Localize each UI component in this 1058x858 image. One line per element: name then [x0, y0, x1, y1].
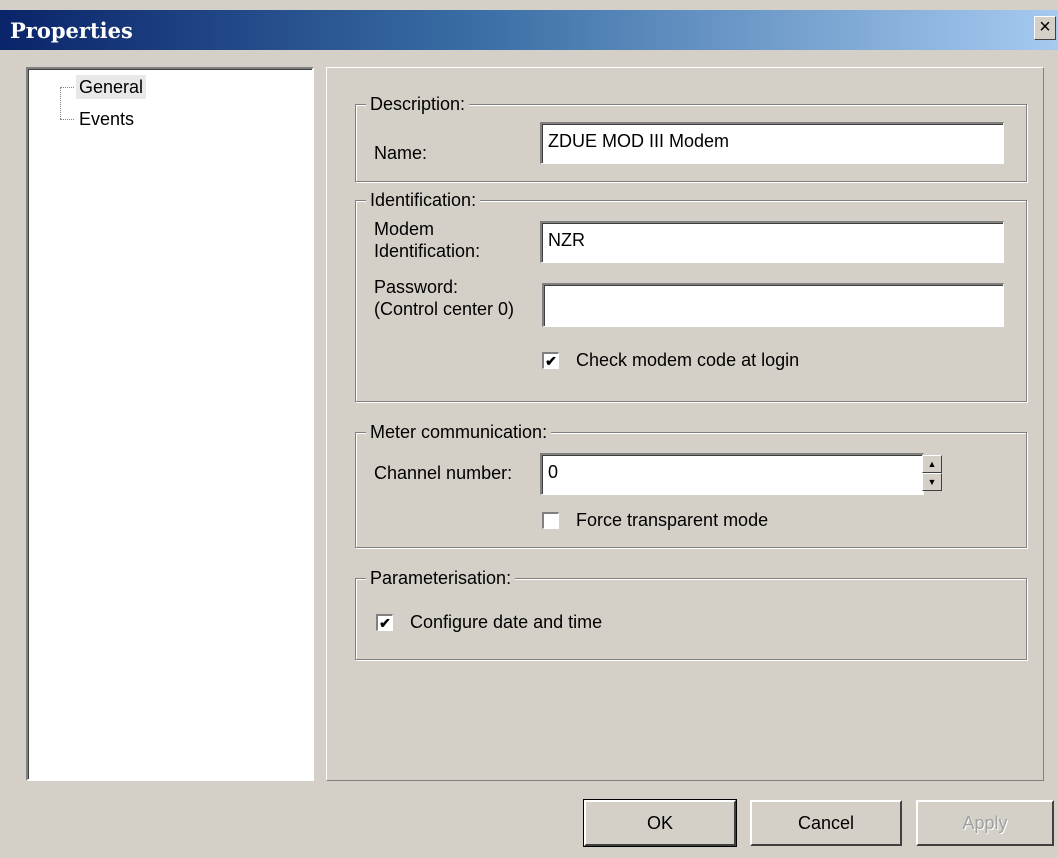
spin-up-icon[interactable]: ▲ [922, 455, 942, 473]
checkmark-icon: ✔ [545, 353, 557, 369]
check-modem-code-checkbox[interactable]: ✔ [542, 352, 559, 369]
parameterisation-group-label: Parameterisation: [366, 567, 516, 589]
tree-connector-line [60, 119, 74, 120]
configure-date-time-checkbox[interactable]: ✔ [376, 614, 393, 631]
window-title: Properties [10, 18, 133, 43]
password-label-line1: Password: [374, 277, 459, 297]
modem-identification-label-line1: Modem [374, 219, 435, 239]
title-bar: Properties × [0, 10, 1058, 50]
close-icon: × [1039, 16, 1051, 38]
ok-button-label: OK [646, 813, 673, 833]
close-button[interactable]: × [1034, 16, 1056, 40]
cancel-button[interactable]: Cancel [750, 800, 902, 846]
password-label-line2: (Control center 0) [374, 299, 515, 319]
spin-down-icon[interactable]: ▼ [922, 473, 942, 491]
ok-button[interactable]: OK [583, 799, 737, 847]
meter-communication-group: Meter communication: Channel number: 0 ▲… [355, 421, 1027, 548]
checkmark-icon: ✔ [379, 615, 391, 631]
modem-identification-input[interactable]: NZR [540, 221, 1004, 263]
apply-button[interactable]: Apply [916, 800, 1054, 846]
configure-date-time-label: Configure date and time [410, 612, 603, 632]
tree-connector-line [60, 87, 74, 88]
description-group-label: Description: [366, 93, 470, 115]
navigation-tree: General Events [26, 67, 314, 781]
tree-connector-line [60, 87, 61, 119]
password-input[interactable] [542, 283, 1004, 327]
description-group: Description: Name: ZDUE MOD III Modem [355, 93, 1027, 182]
modem-identification-label-line2: Identification: [374, 241, 481, 261]
cancel-button-label: Cancel [797, 813, 855, 833]
tree-item-events[interactable]: Events [76, 107, 137, 131]
channel-number-label: Channel number: [374, 463, 513, 483]
name-input[interactable]: ZDUE MOD III Modem [540, 122, 1004, 164]
channel-number-input[interactable]: 0 [540, 453, 924, 495]
name-label: Name: [374, 143, 428, 163]
parameterisation-group: Parameterisation: ✔ Configure date and t… [355, 567, 1027, 660]
meter-communication-group-label: Meter communication: [366, 421, 552, 443]
force-transparent-label: Force transparent mode [576, 510, 769, 530]
properties-panel: Description: Name: ZDUE MOD III Modem Id… [326, 67, 1044, 781]
channel-number-spinner[interactable]: ▲ ▼ [922, 455, 942, 493]
force-transparent-checkbox[interactable] [542, 512, 559, 529]
apply-button-label: Apply [962, 813, 1008, 833]
check-modem-code-label: Check modem code at login [576, 350, 800, 370]
identification-group-label: Identification: [366, 189, 481, 211]
identification-group: Identification: Modem Identification: NZ… [355, 189, 1027, 402]
tree-item-general[interactable]: General [76, 75, 147, 99]
